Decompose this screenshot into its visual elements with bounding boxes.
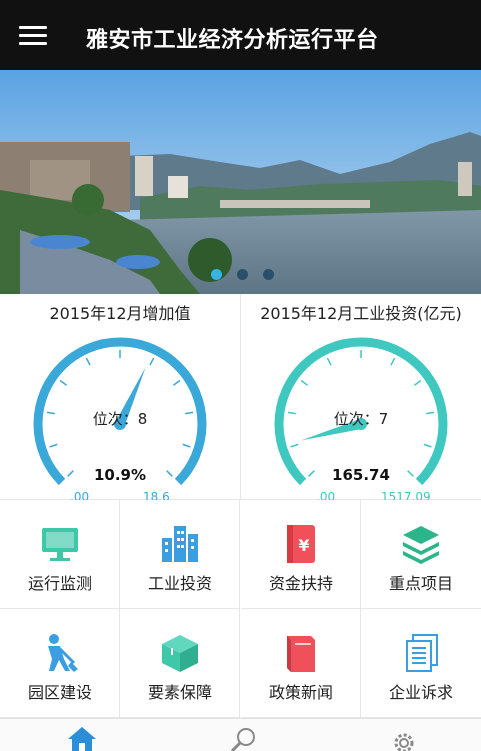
top-bar: 雅安市工业经济分析运行平台	[0, 0, 481, 70]
function-grid: 运行监测 工业投资 ¥ 资金扶持 重点项目 园区建设 要素保障 政策新闻 企业诉…	[0, 500, 481, 718]
investment-title: 2015年12月工业投资(亿元)	[260, 304, 462, 323]
gauge-tick	[149, 357, 155, 366]
tile-label: 工业投资	[147, 574, 212, 593]
gauge-value: 10.9%	[93, 466, 147, 484]
stats-section: 2015年12月增加值 位次：8 10.9% .00 18.6 2015年12月…	[0, 294, 481, 504]
book-icon	[287, 636, 315, 672]
banner-carousel[interactable]	[0, 70, 481, 294]
monitor-icon	[42, 528, 78, 561]
nav-settings[interactable]	[384, 725, 424, 751]
gauge-tick	[390, 357, 396, 366]
gauge-tick	[413, 379, 422, 386]
buildings-icon	[162, 526, 198, 562]
investment-gauge: 位次：7 165.74 .00 1517.09	[251, 324, 471, 504]
carousel-dot[interactable]	[211, 269, 222, 280]
tile-park-construction[interactable]: 园区建设	[0, 609, 120, 718]
carousel-dots	[211, 269, 274, 280]
tile-policy-news[interactable]: 政策新闻	[241, 609, 361, 718]
bottom-nav	[0, 718, 481, 751]
value-added-gauge: 位次：8 10.9% .00 18.6	[10, 324, 230, 504]
tile-industrial-investment[interactable]: 工业投资	[120, 500, 240, 609]
search-icon	[230, 728, 255, 751]
svg-text:¥: ¥	[298, 536, 309, 555]
gauge-tick	[85, 357, 91, 366]
investment-panel[interactable]: 2015年12月工业投资(亿元) 位次：7 165.74 .00 1517.09	[241, 294, 481, 504]
tile-fund-support[interactable]: ¥ 资金扶持	[241, 500, 361, 609]
banner-image	[0, 70, 481, 294]
hamburger-menu-icon[interactable]	[19, 26, 47, 46]
gauge-value: 165.74	[332, 466, 390, 484]
gauge-tick	[172, 379, 181, 386]
gauge-tick	[182, 443, 191, 448]
value-added-panel[interactable]: 2015年12月增加值 位次：8 10.9% .00 18.6	[0, 294, 240, 504]
gauge-tick	[423, 443, 432, 448]
nav-home[interactable]	[62, 725, 102, 751]
tile-enterprise-appeals[interactable]: 企业诉求	[361, 609, 481, 718]
layers-icon	[403, 526, 439, 564]
home-icon	[68, 727, 96, 751]
tile-label: 资金扶持	[268, 574, 333, 593]
nav-search[interactable]	[222, 725, 262, 751]
tile-label: 政策新闻	[268, 683, 333, 702]
settings-icon	[394, 733, 414, 751]
worker-shovel-icon	[48, 634, 78, 672]
tile-operation-monitoring[interactable]: 运行监测	[0, 500, 120, 609]
gauge-tick	[326, 357, 332, 366]
rank-label: 位次：7	[333, 410, 389, 428]
documents-icon	[406, 634, 438, 672]
app-title: 雅安市工业经济分析运行平台	[86, 28, 379, 53]
money-book-icon: ¥	[287, 525, 315, 563]
rank-label: 位次：8	[92, 410, 148, 428]
gauge-tick	[49, 443, 58, 448]
value-added-title: 2015年12月增加值	[49, 304, 191, 323]
tile-label: 重点项目	[388, 574, 453, 593]
gauge-tick	[59, 379, 68, 386]
tile-factor-guarantee[interactable]: 要素保障	[120, 609, 240, 718]
carousel-dot[interactable]	[237, 269, 248, 280]
gauge-tick	[290, 443, 299, 448]
carousel-dot[interactable]	[263, 269, 274, 280]
tile-label: 要素保障	[147, 683, 212, 702]
tile-label: 运行监测	[27, 574, 92, 593]
tile-label: 园区建设	[27, 683, 92, 702]
tile-label: 企业诉求	[388, 683, 453, 702]
gauge-tick	[300, 379, 309, 386]
tile-key-projects[interactable]: 重点项目	[361, 500, 481, 609]
box-icon	[162, 635, 198, 672]
